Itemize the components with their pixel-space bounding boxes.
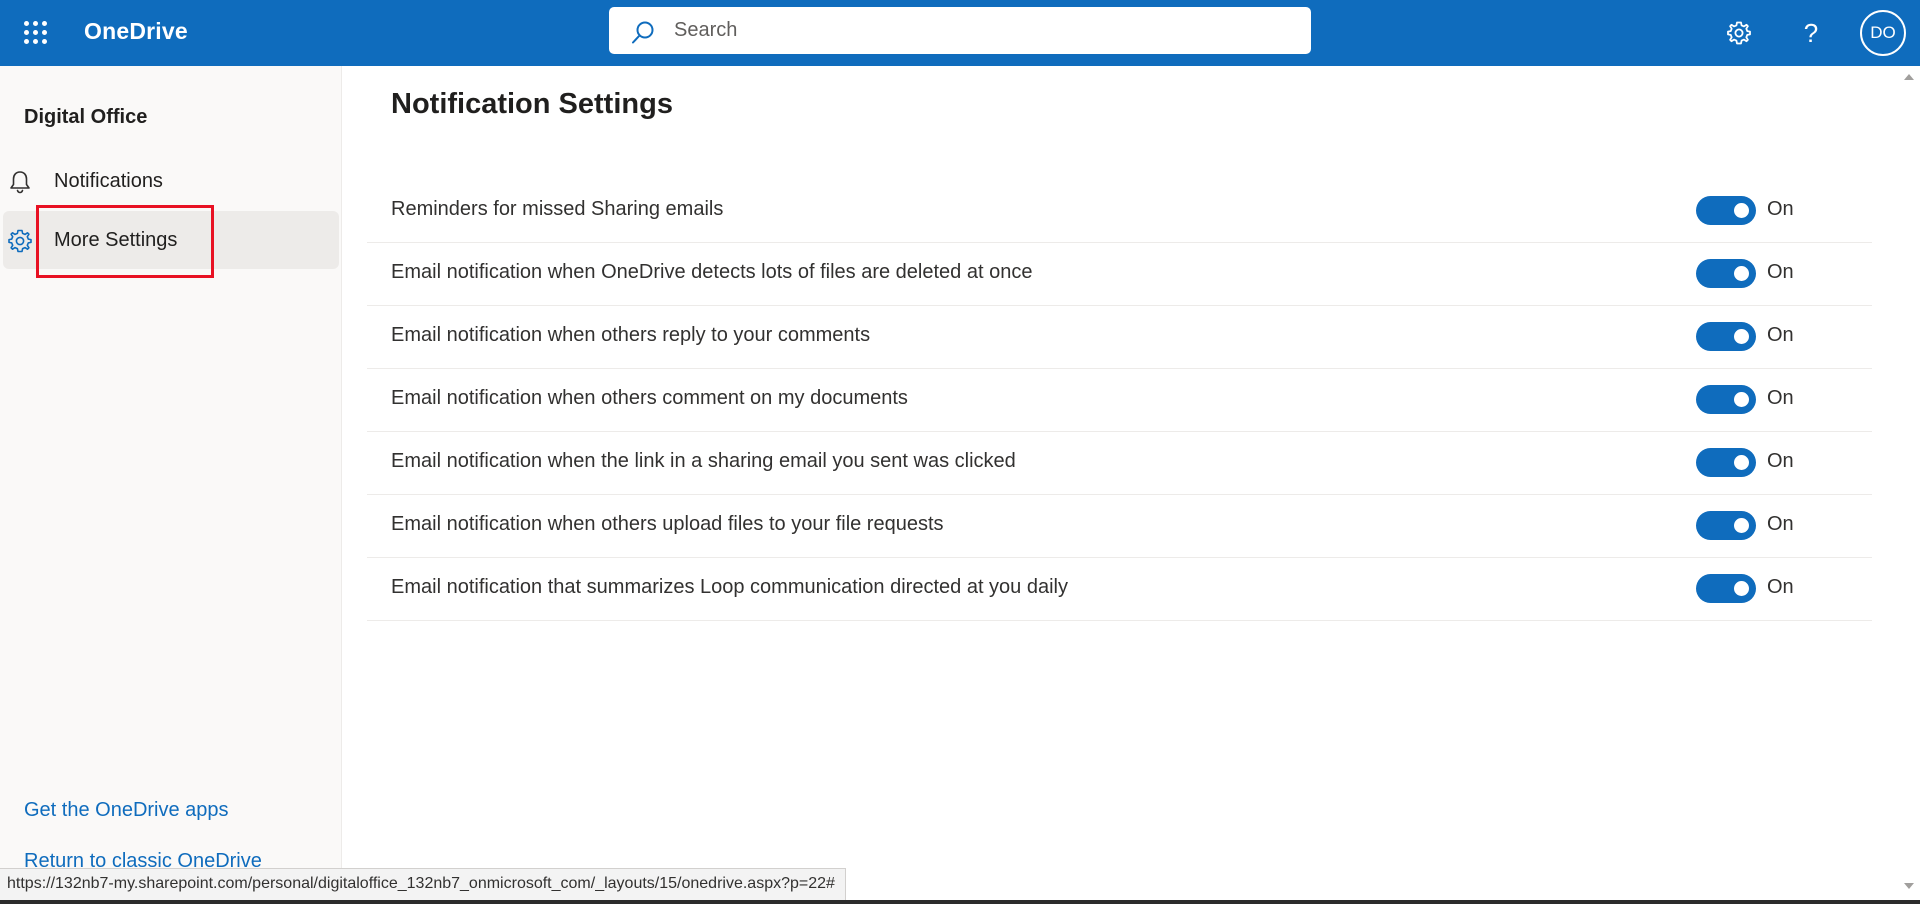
setting-label: Email notification that summarizes Loop … <box>391 576 1068 598</box>
sidebar-item-label: More Settings <box>54 228 178 251</box>
vertical-scrollbar[interactable] <box>1898 66 1920 904</box>
toggle-switch[interactable] <box>1696 574 1756 603</box>
search-input[interactable] <box>674 15 1294 45</box>
app-launcher-icon[interactable] <box>15 12 55 52</box>
scroll-up-icon[interactable] <box>1904 74 1914 80</box>
toggle-state: On <box>1767 450 1794 472</box>
sidebar: Digital Office Notifications More Settin… <box>0 66 342 904</box>
get-onedrive-apps-link[interactable]: Get the OneDrive apps <box>24 799 229 822</box>
scroll-down-icon[interactable] <box>1904 883 1914 889</box>
toggle-state: On <box>1767 198 1794 220</box>
main-content: Notification Settings Reminders for miss… <box>343 66 1898 904</box>
taskbar-edge <box>0 900 1920 904</box>
gear-icon <box>1727 21 1751 45</box>
gear-icon <box>8 229 32 253</box>
setting-row: Email notification that summarizes Loop … <box>367 558 1872 621</box>
bell-icon <box>10 171 30 194</box>
toggle-switch[interactable] <box>1696 448 1756 477</box>
toggle-state: On <box>1767 261 1794 283</box>
setting-label: Email notification when the link in a sh… <box>391 450 1016 472</box>
sidebar-item-notifications[interactable]: Notifications <box>3 152 339 210</box>
toggle-switch[interactable] <box>1696 259 1756 288</box>
toggle-switch[interactable] <box>1696 322 1756 351</box>
toggle-switch[interactable] <box>1696 511 1756 540</box>
setting-label: Email notification when others upload fi… <box>391 513 944 535</box>
search-box[interactable] <box>609 7 1311 54</box>
toggle-switch[interactable] <box>1696 385 1756 414</box>
toggle-switch[interactable] <box>1696 196 1756 225</box>
setting-label: Email notification when others comment o… <box>391 387 908 409</box>
avatar[interactable]: DO <box>1860 10 1906 56</box>
sidebar-item-label: Notifications <box>54 169 163 192</box>
setting-row: Reminders for missed Sharing emails On <box>367 180 1872 243</box>
setting-row: Email notification when the link in a sh… <box>367 432 1872 495</box>
toggle-state: On <box>1767 324 1794 346</box>
setting-row: Email notification when others reply to … <box>367 306 1872 369</box>
setting-row: Email notification when OneDrive detects… <box>367 243 1872 306</box>
setting-label: Email notification when others reply to … <box>391 324 871 346</box>
status-url: https://132nb7-my.sharepoint.com/persona… <box>0 868 846 900</box>
toggle-state: On <box>1767 387 1794 409</box>
org-name: Digital Office <box>24 106 148 128</box>
question-icon: ? <box>1803 17 1819 48</box>
setting-row: Email notification when others upload fi… <box>367 495 1872 558</box>
search-icon <box>632 21 654 44</box>
help-button[interactable]: ? <box>1790 12 1832 54</box>
setting-label: Reminders for missed Sharing emails <box>391 198 724 220</box>
setting-row: Email notification when others comment o… <box>367 369 1872 432</box>
sidebar-item-more-settings[interactable]: More Settings <box>3 211 339 269</box>
app-name[interactable]: OneDrive <box>84 18 188 45</box>
page-title: Notification Settings <box>391 88 673 120</box>
toggle-state: On <box>1767 576 1794 598</box>
settings-button[interactable] <box>1718 12 1760 54</box>
top-header: OneDrive ? DO <box>0 0 1920 66</box>
toggle-state: On <box>1767 513 1794 535</box>
setting-label: Email notification when OneDrive detects… <box>391 261 1033 283</box>
